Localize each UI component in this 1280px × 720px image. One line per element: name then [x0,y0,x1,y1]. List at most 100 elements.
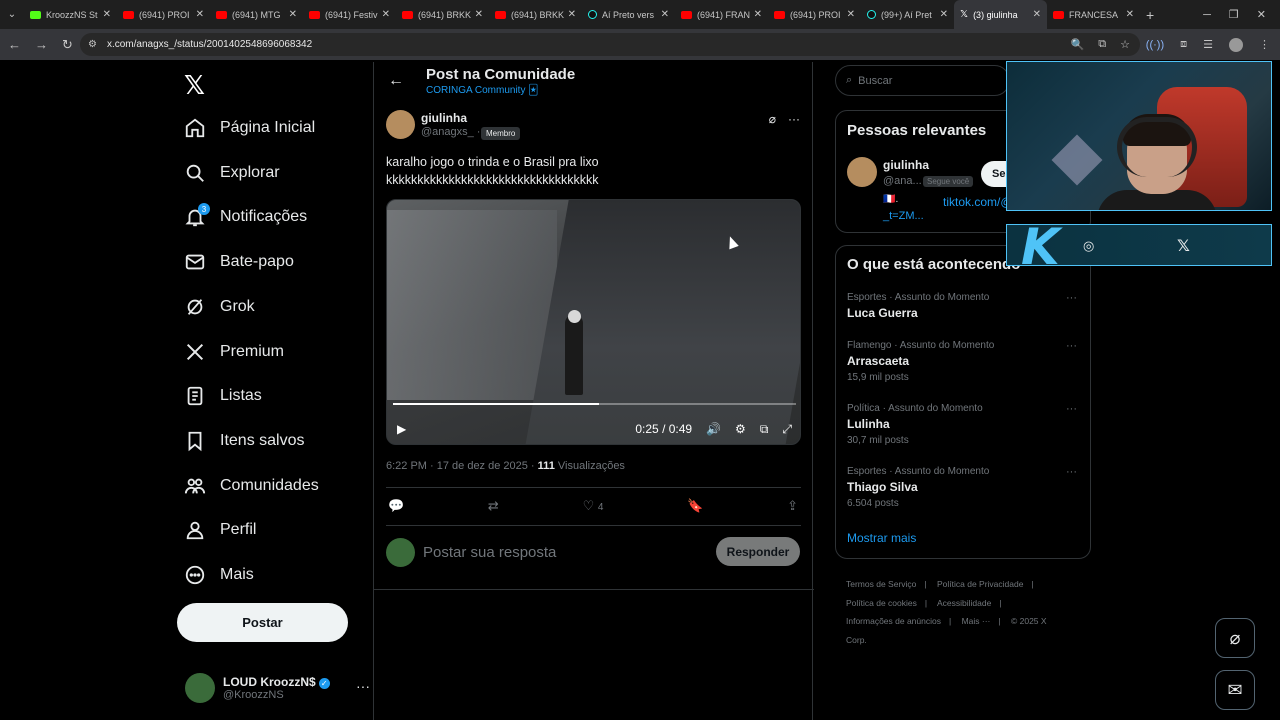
forward-nav-icon[interactable]: → [35,37,48,52]
close-window-icon[interactable]: ✕ [1257,8,1266,21]
nav-item-grok[interactable]: Grok [184,287,255,327]
footer-link[interactable]: Política de cookies [846,598,917,608]
search-input[interactable]: ⌕ Buscar [835,65,1010,96]
browser-tab[interactable]: (6941) MTG ✕ [210,0,303,29]
post-timestamp[interactable]: 6:22 PM · 17 de dez de 2025 · [386,460,535,472]
install-app-icon[interactable]: ⧉ [1098,38,1106,51]
messages-fab-icon[interactable]: ✉ [1215,670,1255,710]
browser-tab[interactable]: (99+) Aí Pret ✕ [861,0,954,29]
fullscreen-icon[interactable]: ⤢ [782,422,792,437]
browser-menu-icon[interactable]: ⋮ [1259,38,1270,51]
close-tab-icon[interactable]: ✕ [754,9,762,20]
grok-fab-icon[interactable]: ⌀ [1215,618,1255,658]
browser-tab[interactable]: Aí Preto vers ✕ [582,0,675,29]
nav-item-p-gina-inicial[interactable]: Página Inicial [184,108,315,148]
trend-item[interactable]: Esportes · Assunto do Momento Thiago Silv… [847,466,1077,509]
close-tab-icon[interactable]: ✕ [475,9,483,20]
extensions-puzzle-icon[interactable]: ⧈ [1180,38,1187,51]
settings-gear-icon[interactable]: ⚙ [735,422,746,436]
back-arrow-icon[interactable]: ← [388,72,404,90]
back-nav-icon[interactable]: ← [8,37,21,52]
video-player[interactable]: ▶ 0:25 / 0:49 🔊 ⚙ ⧉ ⤢ [386,199,801,445]
nav-item-itens-salvos[interactable]: Itens salvos [184,421,304,461]
reload-icon[interactable]: ↻ [62,37,73,53]
trend-item[interactable]: Política · Assunto do Momento Lulinha 30,7… [847,403,1077,446]
trend-item[interactable]: Esportes · Assunto do Momento Luca Guerra… [847,292,1077,320]
zoom-icon[interactable]: 🔍 [1071,38,1085,51]
browser-tab[interactable]: (6941) BRKK ✕ [489,0,582,29]
post-author-name[interactable]: giulinha [421,111,467,125]
browser-tab[interactable]: 𝕏 (3) giulinha ✕ [954,0,1047,29]
trend-more-icon[interactable]: ··· [1066,403,1077,415]
close-tab-icon[interactable]: ✕ [196,9,204,20]
footer-link[interactable]: Termos de Serviço [846,579,916,589]
x-logo-icon[interactable]: 𝕏 [184,70,205,101]
share-icon[interactable]: ⇪ [787,498,798,514]
reply-input[interactable]: Postar sua resposta [423,544,556,561]
footer-link[interactable]: Informações de anúncios [846,616,941,626]
post-more-icon[interactable]: ··· [788,112,800,126]
extension-audio-icon[interactable]: ((·)) [1146,39,1164,51]
post-button[interactable]: Postar [177,603,348,642]
footer-link[interactable]: Política de Privacidade [937,579,1023,589]
browser-tab[interactable]: (6941) PROI ✕ [117,0,210,29]
address-bar[interactable]: ⚙ x.com/anagxs_/status/20014025486960683… [80,33,1140,56]
minimize-icon[interactable]: ─ [1203,9,1211,21]
close-tab-icon[interactable]: ✕ [103,9,111,20]
nav-item-mais[interactable]: Mais [184,555,254,595]
close-tab-icon[interactable]: ✕ [940,9,948,20]
browser-tab[interactable]: (6941) BRKK ✕ [396,0,489,29]
footer-more-link[interactable]: Mais ··· [962,616,991,626]
nav-item-listas[interactable]: Listas [184,376,262,416]
trend-item[interactable]: Flamengo · Assunto do Momento Arrascaeta 1… [847,340,1077,383]
bio-link-continued[interactable]: _t=ZM... [883,210,924,222]
nav-item-premium[interactable]: Premium [184,332,284,372]
like-button[interactable]: ♡ 4 [583,498,604,514]
nav-item-notifica-es[interactable]: 3 Notificações [184,197,307,237]
close-tab-icon[interactable]: ✕ [661,9,669,20]
bio-link[interactable]: tiktok.com/@ [943,195,1013,209]
browser-tab[interactable]: (6941) FRAN ✕ [675,0,768,29]
nav-item-explorar[interactable]: Explorar [184,153,280,193]
bookmark-icon[interactable]: 🔖 [687,498,703,514]
site-info-icon[interactable]: ⚙ [88,39,97,50]
browser-tab[interactable]: FRANCESA ✕ [1047,0,1140,29]
tab-search-button[interactable]: ⌄ [0,3,24,27]
pip-icon[interactable]: ⧉ [760,422,769,437]
close-tab-icon[interactable]: ✕ [1033,9,1041,20]
play-icon[interactable]: ▶ [397,422,406,436]
reply-icon[interactable]: 💬 [388,498,404,514]
close-tab-icon[interactable]: ✕ [847,9,855,20]
grok-icon[interactable]: ⌀ [769,112,776,126]
video-progress-bar[interactable] [393,403,796,405]
close-tab-icon[interactable]: ✕ [289,9,297,20]
nav-item-comunidades[interactable]: Comunidades [184,466,319,506]
new-tab-button[interactable]: + [1146,7,1154,23]
repost-icon[interactable]: ⇄ [488,498,499,514]
star-bookmark-icon[interactable]: ☆ [1120,38,1130,51]
close-tab-icon[interactable]: ✕ [382,9,390,20]
relevant-user-name[interactable]: giulinha [883,158,929,172]
reading-list-icon[interactable]: ☰ [1203,38,1213,51]
close-tab-icon[interactable]: ✕ [1126,9,1134,20]
reply-button[interactable]: Responder [716,537,800,566]
account-switcher[interactable]: LOUD KroozzN$ ✓ @KroozzNS ··· [185,668,370,708]
show-more-link[interactable]: Mostrar mais [847,531,916,545]
post-author-avatar[interactable] [386,110,415,139]
nav-item-perfil[interactable]: Perfil [184,510,256,550]
browser-tab[interactable]: (6941) Festiv ✕ [303,0,396,29]
more-dots-icon[interactable]: ··· [356,678,370,694]
volume-icon[interactable]: 🔊 [706,422,721,436]
trend-more-icon[interactable]: ··· [1066,292,1077,304]
post-author-handle[interactable]: @anagxs_ · [421,126,480,138]
community-link[interactable]: CORINGA Community 🃏 [426,85,538,96]
close-tab-icon[interactable]: ✕ [568,9,576,20]
trend-more-icon[interactable]: ··· [1066,340,1077,352]
footer-link[interactable]: Acessibilidade [937,598,991,608]
nav-item-bate-papo[interactable]: Bate-papo [184,242,294,282]
trend-more-icon[interactable]: ··· [1066,466,1077,478]
profile-avatar-icon[interactable] [1229,37,1243,52]
browser-tab[interactable]: (6941) PROI ✕ [768,0,861,29]
browser-tab[interactable]: KroozzNS St ✕ [24,0,117,29]
avatar[interactable] [847,157,877,187]
